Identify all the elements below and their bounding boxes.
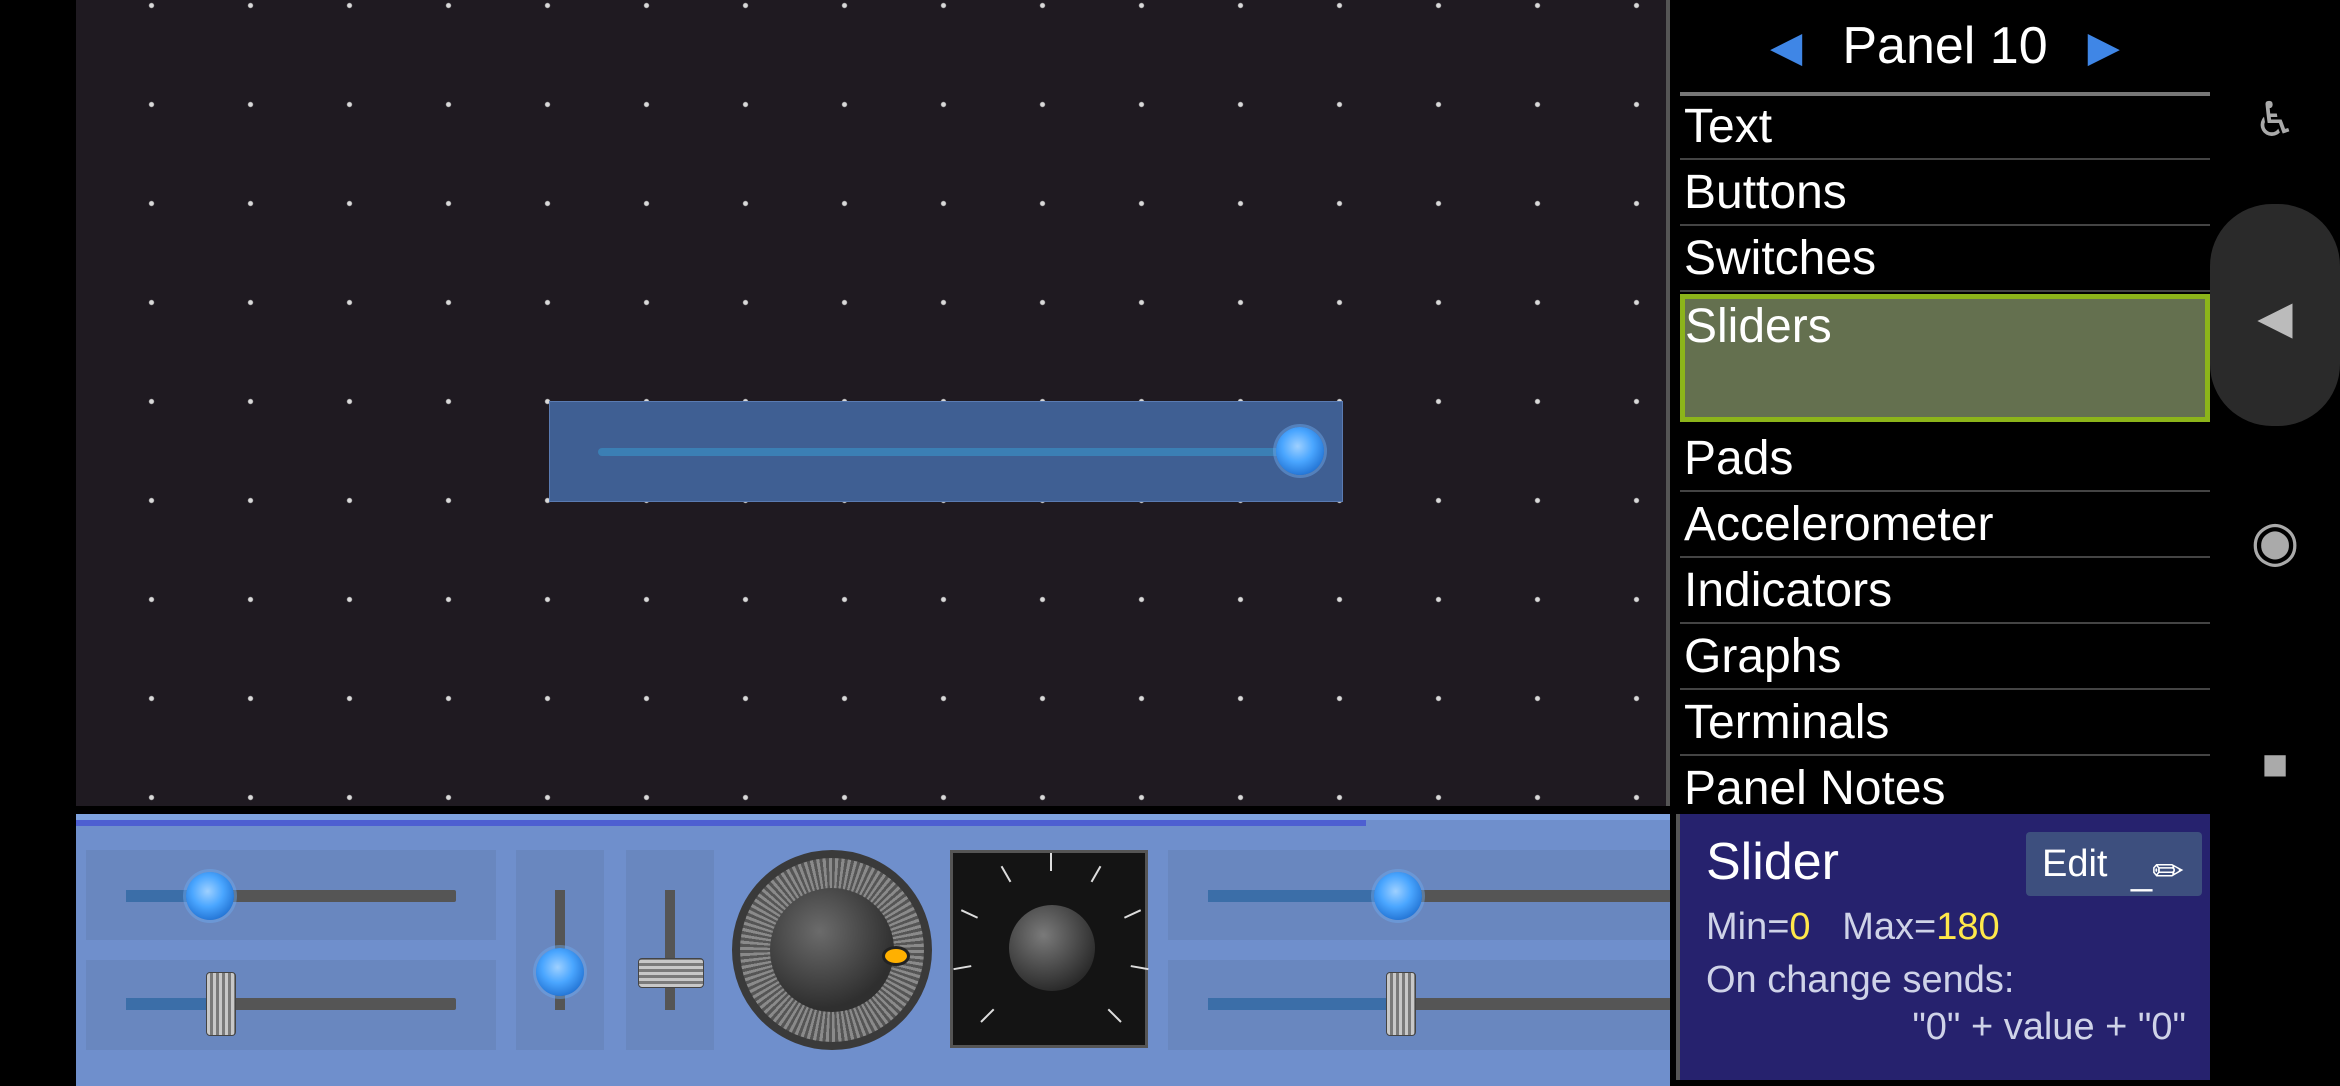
palette-vslider-fader[interactable] [626, 850, 714, 1050]
slider-track [126, 998, 456, 1010]
max-label: Max= [1842, 906, 1937, 948]
min-label: Min= [1706, 906, 1790, 948]
home-circle-icon[interactable]: ◉ [2210, 508, 2340, 574]
palette-hslider-fader[interactable] [86, 960, 496, 1050]
category-terminals[interactable]: Terminals [1680, 690, 2210, 756]
dial-center [770, 888, 894, 1012]
slider-knob [536, 948, 584, 996]
right-triangle-icon[interactable]: ▶ [2088, 22, 2120, 71]
accessibility-icon[interactable]: ♿ [2210, 92, 2340, 148]
slider-track [1208, 890, 1670, 902]
sends-label: On change sends: [1706, 959, 2015, 1001]
category-accelerometer[interactable]: Accelerometer [1680, 492, 2210, 558]
slider-palette [76, 814, 1670, 1086]
palette-vslider-round[interactable] [516, 850, 604, 1050]
category-sliders[interactable]: Sliders [1680, 294, 2210, 422]
rotary-center [1009, 905, 1095, 991]
slider-track [126, 890, 456, 902]
max-value: 180 [1936, 906, 2000, 948]
slider-knob [1374, 872, 1422, 920]
category-buttons[interactable]: Buttons [1680, 160, 2210, 226]
palette-wide-hslider-round[interactable] [1168, 850, 1670, 940]
min-value: 0 [1789, 906, 1811, 948]
fader-cap [206, 972, 236, 1036]
palette-rotary-knob[interactable] [950, 850, 1149, 1048]
edit-button-label: Edit [2042, 843, 2108, 885]
range-line: Min=0 Max=180 [1706, 906, 2210, 949]
pencil-icon: _✏ [2131, 851, 2184, 893]
category-panel-notes[interactable]: Panel Notes [1680, 756, 2210, 806]
category-switches[interactable]: Switches [1680, 226, 2210, 292]
slider-track [1208, 998, 1670, 1010]
edit-button[interactable]: Edit _✏ [2026, 832, 2202, 896]
fader-cap [638, 958, 704, 988]
palette-dial-knob[interactable] [732, 850, 932, 1050]
palette-wide-hslider-fader[interactable] [1168, 960, 1670, 1050]
slider-knob [186, 872, 234, 920]
placed-slider-widget[interactable] [549, 401, 1343, 502]
category-indicators[interactable]: Indicators [1680, 558, 2210, 624]
widget-category-list: Text Buttons Switches Sliders Pads Accel… [1680, 94, 2210, 806]
category-graphs[interactable]: Graphs [1680, 624, 2210, 690]
category-pads[interactable]: Pads [1680, 426, 2210, 492]
panel-title: Panel 10 [1842, 17, 2048, 75]
category-text[interactable]: Text [1680, 94, 2210, 160]
palette-hslider-round[interactable] [86, 850, 496, 940]
palette-scroll-indicator [76, 820, 1366, 826]
back-triangle-icon[interactable]: ◀ [2210, 290, 2340, 344]
panel-header: ◀ Panel 10 ▶ [1680, 0, 2210, 96]
left-triangle-icon[interactable]: ◀ [1770, 22, 1802, 71]
fader-cap [1386, 972, 1416, 1036]
widget-info-panel: Slider Edit _✏ Min=0 Max=180 On change s… [1676, 814, 2210, 1080]
sends-value: "0" + value + "0" [1912, 1006, 2186, 1048]
dial-indicator [882, 946, 910, 966]
design-canvas[interactable] [76, 0, 1670, 806]
slider-track [598, 448, 1288, 456]
slider-knob[interactable] [1276, 427, 1324, 475]
slider-track [665, 890, 675, 1010]
recents-square-icon[interactable]: ■ [2210, 740, 2340, 790]
